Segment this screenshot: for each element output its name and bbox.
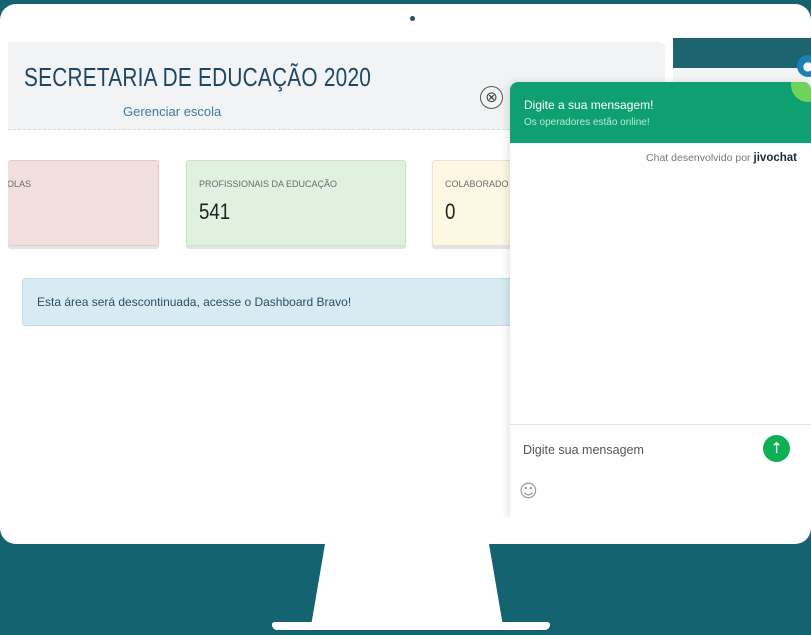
alert-text: Esta área será descontinuada, acesse o D… [37,295,352,309]
stat-card-professionals[interactable]: PROFISSIONAIS DA EDUCAÇÃO 541 [186,160,406,246]
stat-card-collaborators[interactable]: COLABORADO 0 [432,160,522,246]
stat-label: COLABORADO [445,179,509,189]
stat-label: OLAS [8,179,32,189]
right-topbar [673,38,811,68]
jivochat-logo[interactable]: jivochat [754,152,797,164]
powered-by-text: Chat desenvolvido por [646,152,751,164]
chat-header[interactable]: Digite a sua mensagem! Os operadores est… [510,82,811,143]
monitor-base [272,622,550,630]
manage-school-link[interactable]: Gerenciar escola [123,104,221,119]
stat-label: PROFISSIONAIS DA EDUCAÇÃO [199,179,338,189]
chat-subtitle: Os operadores estão online! [524,117,650,128]
monitor-frame: SECRETARIA DE EDUCAÇÃO 2020 Gerenciar es… [0,4,811,544]
screen: SECRETARIA DE EDUCAÇÃO 2020 Gerenciar es… [8,38,811,518]
chat-message-input[interactable] [523,440,753,460]
stat-value: 0 [445,199,456,224]
close-icon[interactable]: ⊗ [480,86,503,109]
stat-card-schools[interactable]: OLAS [8,160,159,246]
page-title: SECRETARIA DE EDUCAÇÃO 2020 [24,62,372,92]
online-indicator-icon [791,82,811,102]
powered-by: Chat desenvolvido por jivochat [646,152,797,164]
chat-divider [510,424,811,425]
send-arrow-up-icon[interactable]: ↑ [763,435,790,462]
camera-dot [410,16,415,21]
monitor-stand [311,544,503,626]
discontinued-alert: Esta área será descontinuada, acesse o D… [22,278,522,326]
chat-title: Digite a sua mensagem! [524,98,654,112]
chat-widget: Digite a sua mensagem! Os operadores est… [510,82,811,518]
smiley-icon[interactable]: ☺ [519,483,538,501]
stat-value: 541 [199,199,231,224]
